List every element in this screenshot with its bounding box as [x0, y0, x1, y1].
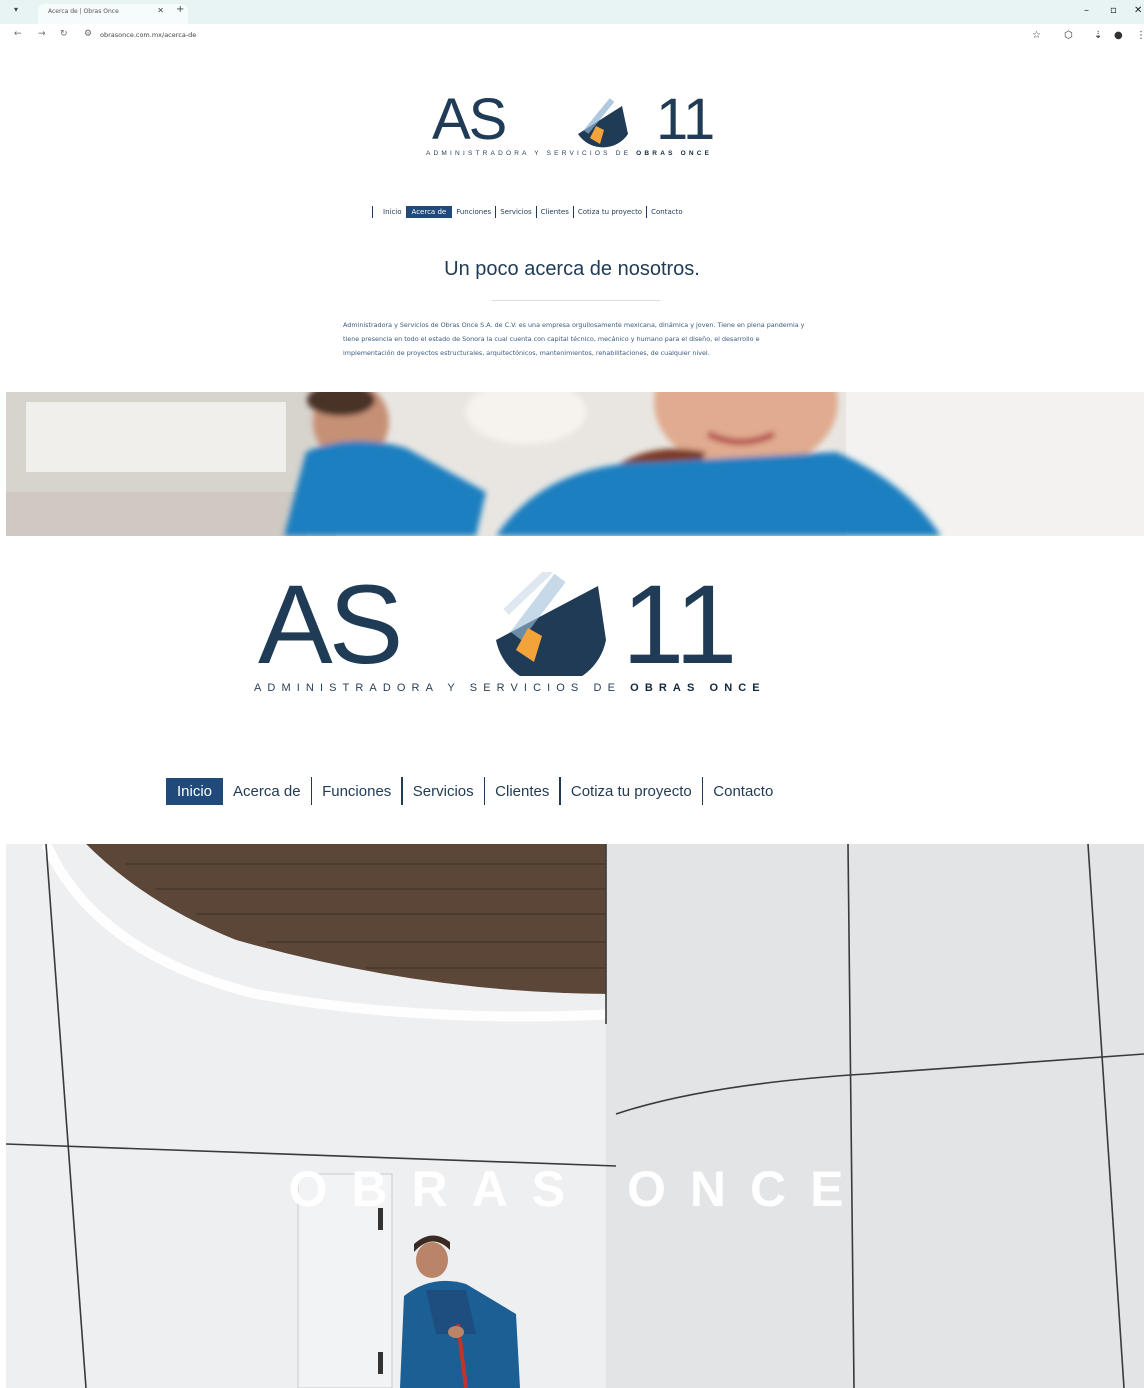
logo-number-large: 11	[622, 562, 737, 687]
cleaners-photo	[6, 392, 1144, 536]
logo-tagline: ADMINISTRADORA Y SERVICIOS DE OBRAS ONCE	[426, 150, 713, 157]
tab-strip: ▾ Acerca de | Obras Once ✕ + – ▫ ✕	[0, 0, 1144, 24]
about-paragraph: Administradora y Servicios de Obras Once…	[343, 321, 805, 357]
top-nav-contacto[interactable]: Contacto	[647, 206, 687, 218]
tab-title: Acerca de | Obras Once	[48, 8, 119, 15]
title-divider	[492, 300, 660, 301]
maximize-icon[interactable]: ▫	[1110, 5, 1117, 16]
top-nav-cotiza[interactable]: Cotiza tu proyecto	[574, 206, 646, 218]
tab-close-icon[interactable]: ✕	[157, 6, 164, 15]
new-tab-icon[interactable]: +	[176, 4, 184, 15]
logo-letters: AS	[432, 87, 507, 152]
tab-search-icon[interactable]: ▾	[14, 5, 18, 14]
cleaners-photo-image	[6, 392, 1144, 536]
logo-tagline-large: ADMINISTRADORA Y SERVICIOS DE OBRAS ONCE	[254, 682, 766, 694]
hero-photo-image	[6, 844, 1144, 1388]
nav-cotiza-tu-proyecto[interactable]: Cotiza tu proyecto	[561, 778, 702, 805]
hero-photo: OBRAS ONCE	[6, 844, 1144, 1388]
forward-icon[interactable]: →	[38, 29, 46, 39]
top-nav-acerca-de[interactable]: Acerca de	[405, 206, 453, 218]
back-icon[interactable]: ←	[14, 29, 22, 39]
reload-icon[interactable]: ↻	[60, 29, 68, 39]
site-info-icon[interactable]: ⚙	[84, 29, 92, 39]
bookmark-star-icon[interactable]: ☆	[1032, 30, 1041, 41]
main-nav: Inicio Acerca de Funciones Servicios Cli…	[166, 776, 783, 806]
minimize-icon[interactable]: –	[1084, 5, 1089, 16]
top-nav-clientes[interactable]: Clientes	[537, 206, 573, 218]
hero-heading: OBRAS ONCE	[288, 1161, 868, 1217]
nav-acerca-de[interactable]: Acerca de	[223, 778, 311, 805]
top-nav-servicios[interactable]: Servicios	[496, 206, 535, 218]
close-window-icon[interactable]: ✕	[1134, 5, 1142, 16]
extensions-icon[interactable]: ⬡	[1064, 30, 1073, 41]
browser-toolbar: ← → ↻ ⚙ obrasonce.com.mx/acerca-de ☆ ⬡ ⇣…	[0, 24, 1144, 50]
site-logo[interactable]: AS 11 ADMINISTRADORA Y SERVICIOS DE OBRA…	[426, 86, 742, 166]
browser-tab[interactable]: Acerca de | Obras Once ✕	[38, 4, 188, 24]
squeegee-logo-icon-large	[496, 572, 606, 676]
nav-servicios[interactable]: Servicios	[403, 778, 484, 805]
downloads-icon[interactable]: ⇣	[1094, 30, 1102, 41]
logo-letters-large: AS	[258, 562, 403, 687]
nav-inicio[interactable]: Inicio	[166, 777, 224, 805]
top-nav-inicio[interactable]: Inicio	[379, 206, 406, 218]
menu-kebab-icon[interactable]: ⋮	[1136, 30, 1144, 41]
top-nav: Inicio Acerca de Funciones Servicios Cli…	[372, 204, 687, 220]
about-title: Un poco acerca de nosotros.	[444, 258, 700, 280]
nav-contacto[interactable]: Contacto	[703, 778, 783, 805]
top-nav-funciones[interactable]: Funciones	[452, 206, 495, 218]
profile-avatar-icon[interactable]: ●	[1114, 30, 1123, 41]
nav-funciones[interactable]: Funciones	[312, 778, 401, 805]
nav-clientes[interactable]: Clientes	[485, 778, 559, 805]
logo-number: 11	[656, 87, 715, 152]
site-logo-large[interactable]: AS 11 ADMINISTRADORA Y SERVICIOS DE OBRA…	[254, 560, 778, 700]
address-bar[interactable]: obrasonce.com.mx/acerca-de	[100, 31, 196, 39]
